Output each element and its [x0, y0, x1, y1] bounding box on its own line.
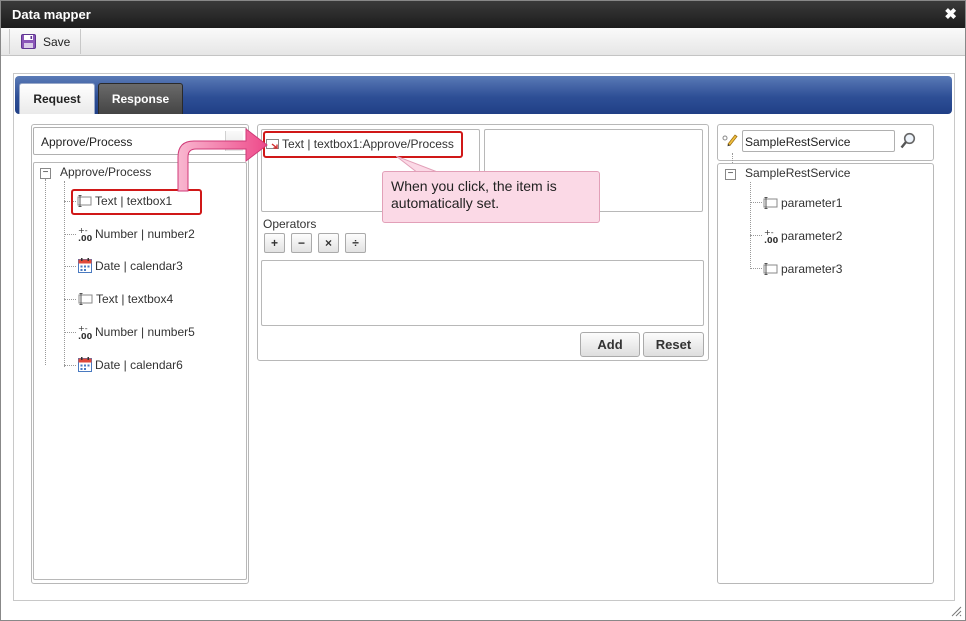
tree-root-label: SampleRestService — [745, 166, 851, 180]
save-label: Save — [43, 34, 71, 49]
text-field-icon — [78, 293, 93, 305]
tree-line — [64, 266, 76, 267]
tree-line — [64, 181, 65, 367]
annotation-callout: When you click, the item is automaticall… — [382, 171, 600, 223]
expression-textarea[interactable] — [261, 260, 704, 326]
form-select-value: Approve/Process — [41, 135, 133, 149]
data-mapper-window: Data mapper ✖ Save Request Response Appr… — [0, 0, 966, 621]
tree-item-parameter3[interactable]: parameter3 — [763, 262, 842, 276]
tree-item-label: parameter3 — [781, 262, 843, 276]
tree-item-label: Number | number2 — [95, 227, 195, 241]
resize-grip-icon[interactable] — [950, 605, 962, 617]
tree-item-label: parameter1 — [781, 196, 843, 210]
tree-root-form[interactable]: Approve/Process — [60, 165, 151, 179]
text-field-icon — [763, 197, 778, 209]
collapse-icon[interactable]: − — [725, 169, 736, 180]
toolbar: Save — [1, 28, 965, 56]
tree-line — [750, 182, 751, 269]
tree-item-number5[interactable]: +- .00 Number | number5 — [78, 324, 195, 340]
search-icon[interactable] — [900, 132, 916, 149]
operators-label: Operators — [263, 217, 317, 231]
tree-item-calendar6[interactable]: Date | calendar6 — [78, 357, 183, 372]
reset-button[interactable]: Reset — [643, 332, 704, 357]
number-icon: +-.00 — [764, 228, 778, 244]
divide-button[interactable]: ÷ — [345, 233, 366, 253]
floppy-disk-icon — [21, 34, 36, 49]
tab-response[interactable]: Response — [98, 83, 183, 114]
annotation-arrow — [177, 127, 268, 192]
tree-item-label: parameter2 — [781, 229, 843, 243]
tree-root-label: Approve/Process — [60, 165, 152, 179]
close-icon[interactable]: ✖ — [944, 5, 957, 23]
tree-item-label: Number | number5 — [95, 325, 195, 339]
annotation-text: When you click, the item is automaticall… — [391, 178, 557, 211]
svg-text:.00: .00 — [78, 234, 92, 242]
window-title: Data mapper — [12, 7, 91, 22]
tab-request[interactable]: Request — [19, 83, 95, 114]
tree-item-number2[interactable]: +- .00 Number | number2 — [78, 226, 195, 242]
service-search-input[interactable]: SampleRestService — [742, 130, 895, 152]
tree-line — [750, 235, 762, 236]
text-field-icon — [763, 263, 778, 275]
plus-button[interactable]: + — [264, 233, 285, 253]
svg-text:.00: .00 — [78, 332, 92, 340]
tree-line — [64, 234, 76, 235]
tree-line — [64, 332, 76, 333]
add-button[interactable]: Add — [580, 332, 640, 357]
tree-line — [64, 299, 76, 300]
target-item-highlight — [263, 131, 463, 158]
tree-root-service[interactable]: SampleRestService — [745, 166, 850, 180]
tree-item-calendar3[interactable]: Date | calendar3 — [78, 258, 183, 273]
title-bar: Data mapper ✖ — [1, 1, 965, 28]
save-button[interactable]: Save — [9, 29, 81, 54]
tree-line — [732, 153, 733, 163]
tree-item-label: Date | calendar3 — [95, 258, 183, 273]
calendar-icon — [78, 258, 92, 273]
svg-text:.00: .00 — [764, 236, 778, 244]
collapse-icon[interactable]: − — [40, 168, 51, 179]
tab-bar: Request Response — [15, 76, 952, 114]
number-icon: +-.00 — [78, 324, 92, 340]
tree-item-textbox4[interactable]: Text | textbox4 — [78, 292, 173, 306]
tree-line — [45, 179, 46, 365]
minus-button[interactable]: − — [291, 233, 312, 253]
calendar-icon — [78, 357, 92, 372]
tree-item-parameter1[interactable]: parameter1 — [763, 196, 842, 210]
tree-item-label: Text | textbox4 — [96, 292, 174, 306]
tree-line — [64, 365, 76, 366]
tree-item-parameter2[interactable]: +- .00 parameter2 — [764, 228, 842, 244]
multiply-button[interactable]: × — [318, 233, 339, 253]
service-search-value: SampleRestService — [745, 135, 851, 149]
tree-item-label: Date | calendar6 — [95, 357, 183, 372]
tree-line — [750, 202, 762, 203]
edit-pencil-icon[interactable] — [722, 133, 738, 147]
tree-line — [750, 268, 762, 269]
number-icon: +-.00 — [78, 226, 92, 242]
